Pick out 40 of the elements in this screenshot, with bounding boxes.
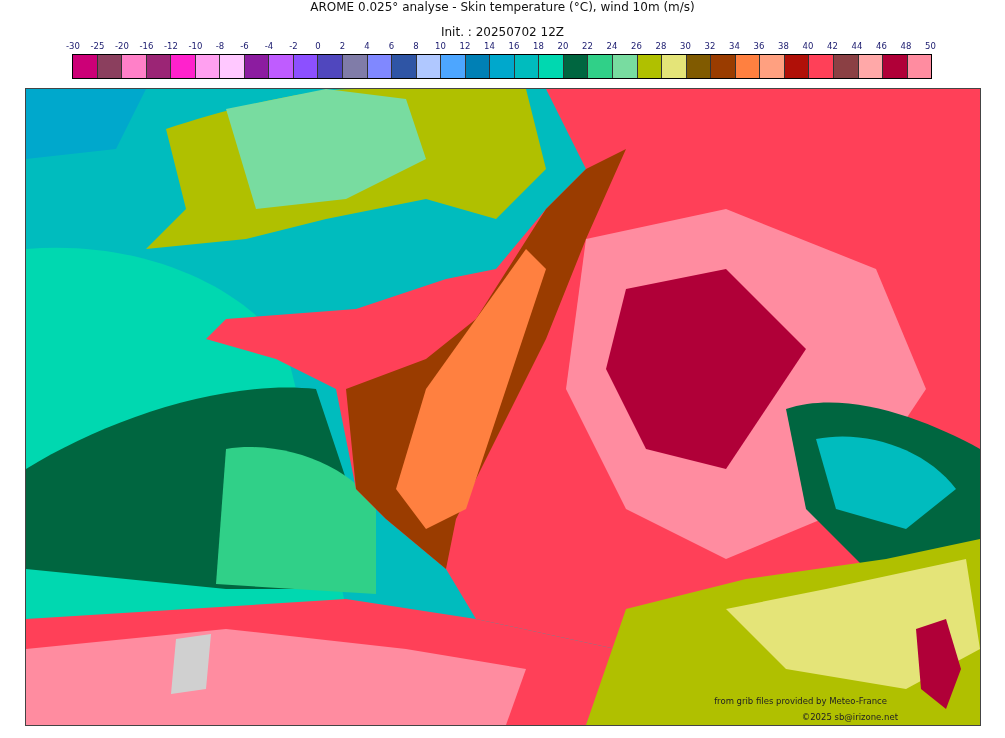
colorbar-tick-label: 42 — [826, 41, 839, 52]
colorbar-tick-label: 6 — [387, 41, 396, 52]
colorbar-tick-label: -30 — [65, 41, 81, 52]
chart-title: AROME 0.025° analyse - Skin temperature (°C), wind 10m (m/s) — [309, 0, 696, 15]
copyright-text: ©2025 sb@irizone.net — [801, 712, 898, 723]
colorbar-tick-label: 0 — [314, 41, 322, 52]
colorbar-tick-label: -10 — [187, 41, 204, 52]
colorbar-tick-label: -25 — [89, 41, 106, 52]
credit-text: from grib files provided by Meteo-France — [714, 696, 887, 707]
colorbar-tick-label: 28 — [654, 41, 668, 52]
colorbar-tick-label: 50 — [924, 41, 937, 52]
chart-subtitle: Init. : 20250702 12Z — [439, 25, 566, 40]
colorbar-tick-label: -12 — [163, 41, 179, 52]
colorbar-tick-label: 2 — [338, 41, 347, 52]
colorbar-tick-label: 46 — [875, 41, 888, 52]
colorbar-tick-label: 32 — [703, 41, 717, 52]
colorbar-tick-label: 26 — [630, 41, 643, 52]
colorbar-tick-label: 44 — [850, 41, 864, 52]
colorbar-tick-label: -8 — [214, 41, 226, 52]
colorbar-tick-label: 38 — [777, 41, 790, 52]
colorbar-tick-label: 18 — [532, 41, 545, 52]
colorbar-tick-label: 34 — [728, 41, 741, 52]
colorbar-tick-label: 16 — [507, 41, 521, 52]
colorbar-tick-label: 8 — [412, 41, 420, 52]
colorbar-tick-label: 20 — [556, 41, 570, 52]
colorbar-tick-label: -20 — [114, 41, 130, 52]
colorbar-tick-label: 22 — [581, 41, 594, 52]
colorbar-tick-label: 30 — [679, 41, 692, 52]
colorbar-tick-label: 36 — [752, 41, 766, 52]
colorbar-tick-label: 14 — [483, 41, 496, 52]
colorbar-tick-label: 12 — [458, 41, 472, 52]
colorbar-tick-label: 24 — [605, 41, 619, 52]
colorbar-tick-label: -16 — [138, 41, 155, 52]
colorbar-tick-label: 4 — [363, 41, 371, 52]
colorbar-tick-label: -4 — [263, 41, 275, 52]
colorbar-tick-label: -2 — [288, 41, 299, 52]
colorbar-tick-label: 10 — [434, 41, 447, 52]
colorbar-tick-label: 40 — [801, 41, 815, 52]
colorbar-tick-label: 48 — [899, 41, 913, 52]
colorbar-tick-label: -6 — [239, 41, 250, 52]
